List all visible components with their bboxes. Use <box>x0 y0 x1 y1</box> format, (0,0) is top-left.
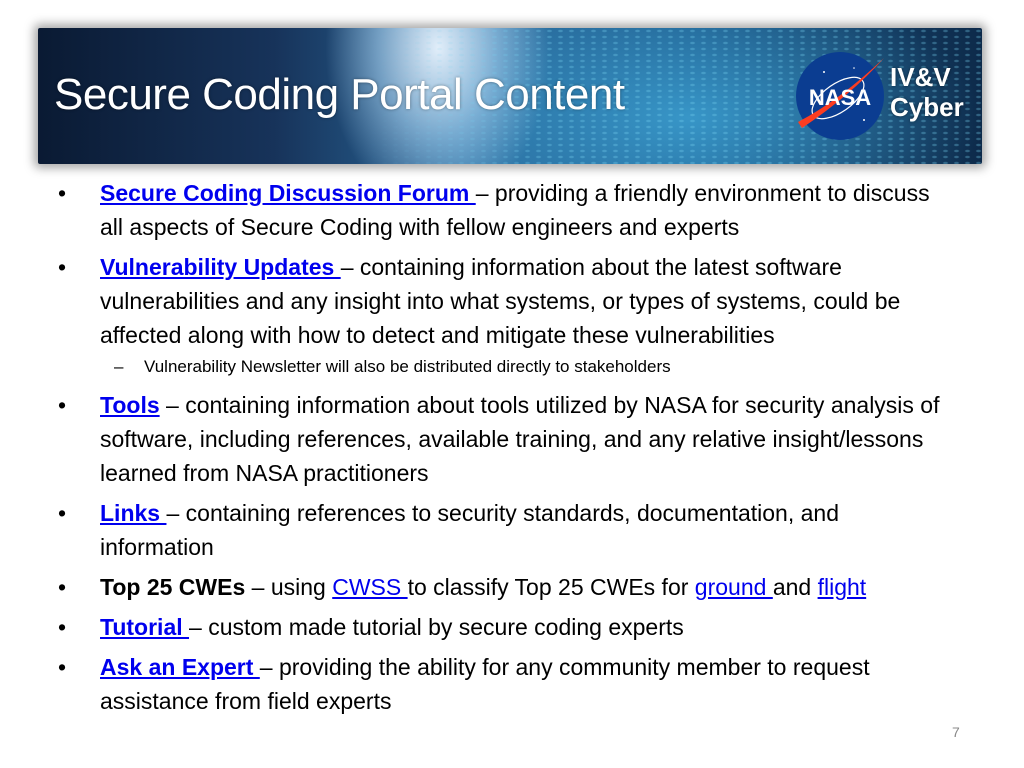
discussion-forum-link[interactable]: Secure Coding Discussion Forum <box>100 180 476 206</box>
item-description: – containing references to security stan… <box>100 500 839 560</box>
header-banner: Secure Coding Portal Content NASA IV&V C… <box>38 28 982 164</box>
list-item: • Secure Coding Discussion Forum – provi… <box>58 176 958 244</box>
dash-icon: – <box>114 357 124 376</box>
tools-link[interactable]: Tools <box>100 392 160 418</box>
vulnerability-updates-link[interactable]: Vulnerability Updates <box>100 254 341 280</box>
list-item: • Tools – containing information about t… <box>58 388 958 490</box>
list-item: • Vulnerability Updates – containing inf… <box>58 250 958 352</box>
list-item: • Tutorial – custom made tutorial by sec… <box>58 610 958 644</box>
bullet-icon: • <box>58 180 67 206</box>
nasa-logo-text: NASA <box>809 85 871 110</box>
sub-list-item: – Vulnerability Newsletter will also be … <box>58 354 958 380</box>
list-item: • Top 25 CWEs – using CWSS to classify T… <box>58 570 958 604</box>
list-item: • Ask an Expert – providing the ability … <box>58 650 958 718</box>
item-text: – using <box>245 574 333 600</box>
bullet-icon: • <box>58 392 67 418</box>
bullet-icon: • <box>58 574 67 600</box>
bullet-icon: • <box>58 614 67 640</box>
ask-an-expert-link[interactable]: Ask an Expert <box>100 654 260 680</box>
cwss-link[interactable]: CWSS <box>332 574 407 600</box>
page-number: 7 <box>952 724 960 740</box>
bullet-icon: • <box>58 500 67 526</box>
item-text: and <box>772 574 818 600</box>
top-25-cwes-label: Top 25 CWEs <box>100 574 246 600</box>
nasa-logo-icon: NASA <box>796 52 884 140</box>
list-item: • Links – containing references to secur… <box>58 496 958 564</box>
org-line-1: IV&V <box>890 62 951 92</box>
item-description: – custom made tutorial by secure coding … <box>189 614 684 640</box>
org-line-2: Cyber <box>890 92 964 122</box>
flight-link[interactable]: flight <box>818 574 867 600</box>
sub-item-text: Vulnerability Newsletter will also be di… <box>144 357 671 376</box>
org-name: IV&V Cyber <box>890 62 964 122</box>
ground-link[interactable]: ground <box>695 574 773 600</box>
item-text: to classify Top 25 CWEs for <box>407 574 695 600</box>
bullet-icon: • <box>58 654 67 680</box>
item-description: – containing information about tools uti… <box>100 392 940 486</box>
links-link[interactable]: Links <box>100 500 166 526</box>
slide-title: Secure Coding Portal Content <box>54 70 625 119</box>
bullet-icon: • <box>58 254 67 280</box>
tutorial-link[interactable]: Tutorial <box>100 614 189 640</box>
bullet-list: • Secure Coding Discussion Forum – provi… <box>58 176 958 724</box>
